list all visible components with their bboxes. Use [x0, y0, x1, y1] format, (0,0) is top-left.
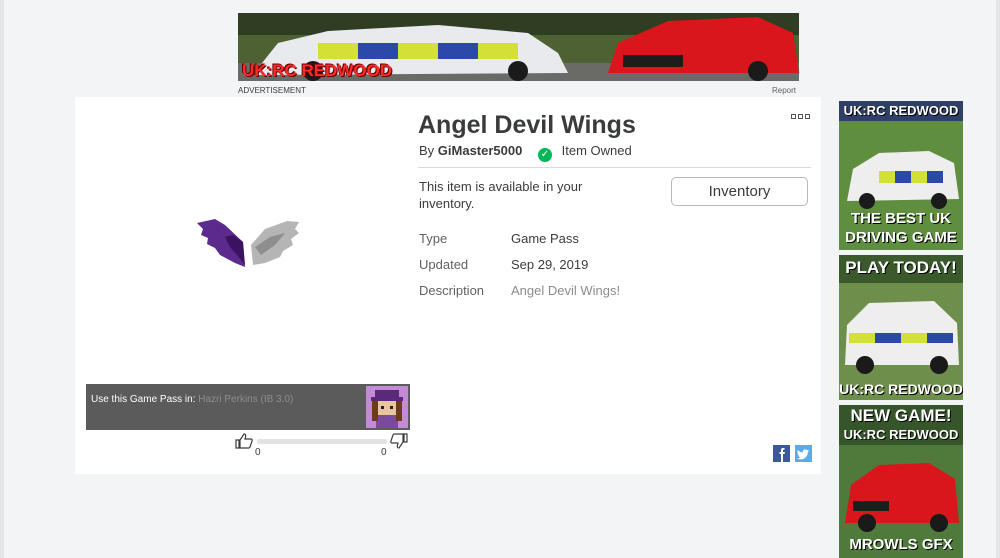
availability-text: This item is available in your inventory…: [419, 179, 583, 211]
item-thumbnail: [75, 97, 411, 387]
item-byline: By GiMaster5000 ✓ Item Owned: [419, 143, 632, 162]
facebook-icon[interactable]: [773, 445, 790, 462]
type-label: Type: [419, 231, 448, 246]
side-ad-3-top-text: NEW GAME!: [850, 406, 952, 425]
checkmark-icon: ✓: [537, 148, 552, 162]
side-ad-2-bottom-text: UK:RC REDWOOD: [839, 381, 963, 397]
more-options-icon[interactable]: [791, 114, 811, 122]
creator-link[interactable]: GiMaster5000: [438, 143, 523, 158]
banner-ad-text: UK:RC REDWOOD: [242, 61, 393, 80]
item-owned-label: Item Owned: [561, 143, 632, 158]
vote-ratio-bar: [257, 439, 387, 444]
report-ad-link[interactable]: Report: [772, 86, 796, 95]
use-game-pass-label: Use this Game Pass in:: [91, 394, 196, 405]
thumbs-down-icon[interactable]: [390, 433, 408, 454]
side-ad-3[interactable]: NEW GAME! UK:RC REDWOOD MROWLS GFX: [839, 405, 963, 558]
side-ad-1-top-text: UK:RC REDWOOD: [843, 103, 959, 118]
side-ad-2[interactable]: PLAY TODAY! UK:RC REDWOOD: [839, 255, 963, 400]
upvote-count: 0: [255, 447, 261, 458]
description-label: Description: [419, 283, 485, 298]
side-ad-2-top-text: PLAY TODAY!: [845, 258, 957, 277]
header-divider: [418, 167, 811, 168]
right-edge: [996, 0, 1000, 558]
use-game-pass-text: Use this Game Pass in: Hazri Perkins (IB…: [91, 394, 293, 405]
downvote-count: 0: [381, 447, 387, 458]
inventory-button[interactable]: Inventory: [671, 177, 808, 206]
description-value: Angel Devil Wings!: [511, 283, 621, 298]
side-ad-1-bottom-text: THE BEST UK DRIVING GAME: [845, 210, 957, 246]
item-details-card: Use this Game Pass in: Hazri Perkins (IB…: [75, 97, 821, 474]
advertisement-label: ADVERTISEMENT: [238, 86, 306, 95]
top-banner-ad[interactable]: UK:RC REDWOOD: [238, 13, 799, 81]
place-avatar-image: [366, 386, 408, 428]
side-ad-3-bottom-text: MROWLS GFX: [849, 536, 953, 553]
updated-value: Sep 29, 2019: [511, 257, 589, 272]
type-value: Game Pass: [511, 231, 579, 246]
updated-label: Updated: [419, 257, 469, 272]
side-ad-3-sub-text: UK:RC REDWOOD: [843, 427, 959, 442]
thumbs-up-icon[interactable]: [235, 433, 253, 454]
place-thumbnail[interactable]: [366, 386, 408, 428]
left-edge: [0, 0, 4, 558]
vote-section: 0 0: [235, 433, 410, 461]
twitter-icon[interactable]: [795, 445, 812, 462]
place-link[interactable]: Hazri Perkins (IB 3.0): [198, 394, 293, 405]
item-title: Angel Devil Wings: [418, 111, 636, 139]
side-ad-1[interactable]: UK:RC REDWOOD THE BEST UK DRIVING GAME: [839, 101, 963, 250]
angel-devil-wings-image: [197, 219, 299, 267]
use-game-pass-bar[interactable]: Use this Game Pass in: Hazri Perkins (IB…: [86, 384, 410, 430]
by-label: By: [419, 143, 435, 158]
